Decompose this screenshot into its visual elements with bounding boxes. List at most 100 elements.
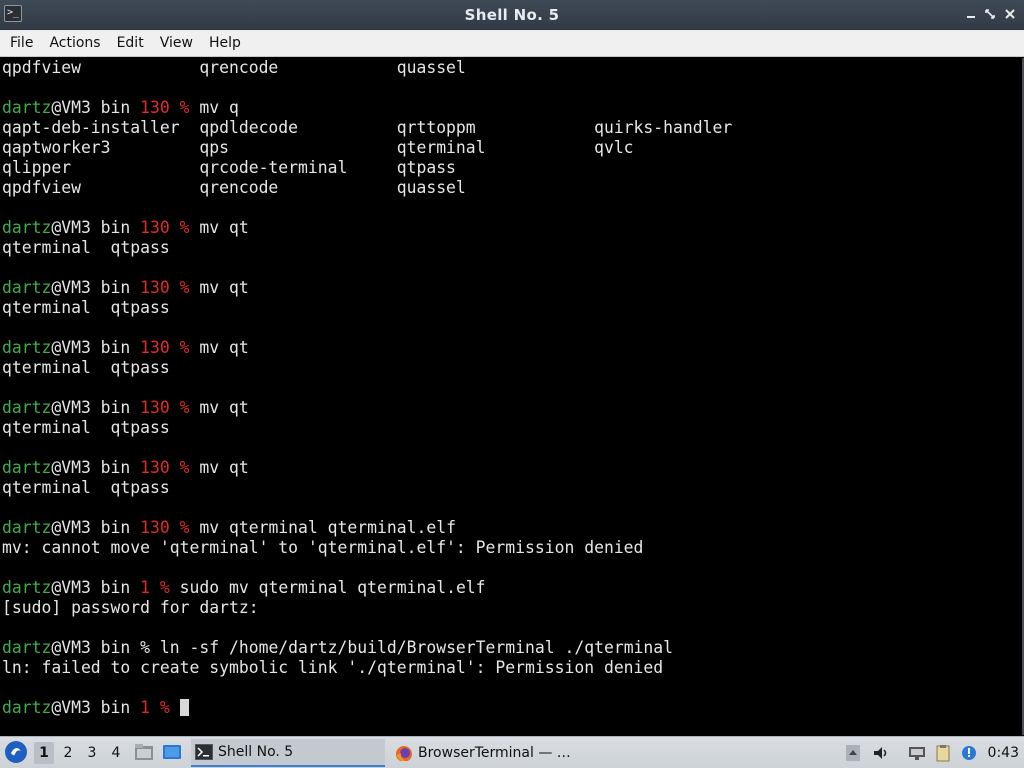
prompt-line: dartz@VM3 bin 130 % mv q <box>2 98 1022 118</box>
prompt-host: @VM3 bin <box>51 98 141 117</box>
terminal-output[interactable]: qpdfview qrencode quassel dartz@VM3 bin 1… <box>0 58 1022 735</box>
prompt-exit-code: 130 % <box>140 278 190 297</box>
prompt-user: dartz <box>2 278 52 297</box>
notification-icon[interactable] <box>960 744 978 762</box>
output-line: mv: cannot move 'qterminal' to 'qtermina… <box>2 538 644 557</box>
workspace-1[interactable]: 1 <box>34 742 54 764</box>
prompt-host: @VM3 bin <box>51 458 141 477</box>
network-icon[interactable] <box>907 744 925 762</box>
prompt-user: dartz <box>2 518 52 537</box>
prompt-command: mv qt <box>189 218 249 237</box>
volume-icon[interactable] <box>872 744 890 762</box>
output-line: qterminal qtpass <box>2 238 170 257</box>
prompt-line: dartz@VM3 bin % ln -sf /home/dartz/build… <box>2 638 1022 658</box>
prompt-host: @VM3 bin <box>51 278 141 297</box>
prompt-command: mv qt <box>189 278 249 297</box>
tray-up-arrow-icon[interactable] <box>845 744 863 762</box>
output-line: qpdfview qrencode quassel <box>2 178 466 197</box>
prompt-user: dartz <box>2 698 52 717</box>
menu-bar: File Actions Edit View Help <box>0 30 1024 57</box>
menu-actions[interactable]: Actions <box>41 30 108 56</box>
clipboard-icon[interactable] <box>934 744 952 762</box>
prompt-command: mv q <box>189 98 239 117</box>
prompt-user: dartz <box>2 578 52 597</box>
file-manager-icon[interactable] <box>134 743 154 761</box>
prompt-line: dartz@VM3 bin 130 % mv qt <box>2 218 1022 238</box>
prompt-line: dartz@VM3 bin 130 % mv qt <box>2 338 1022 358</box>
prompt-host: @VM3 bin <box>51 578 141 597</box>
output-line: [sudo] password for dartz: <box>2 598 259 617</box>
prompt-exit-code: 1 % <box>140 698 170 717</box>
prompt-command: mv qt <box>189 338 249 357</box>
prompt-host: @VM3 bin <box>51 698 141 717</box>
taskbar: 1 2 3 4 Shell No. 5 BrowserTerminal — … … <box>0 736 1024 768</box>
prompt-command: mv qt <box>189 398 249 417</box>
output-line: qapt-deb-installer qpdldecode qrttoppm q… <box>2 118 733 137</box>
menu-edit[interactable]: Edit <box>109 30 152 56</box>
output-line: qaptworker3 qps qterminal qvlc <box>2 138 634 157</box>
prompt-line: dartz@VM3 bin 130 % mv qt <box>2 398 1022 418</box>
prompt-exit-code: 130 % <box>140 518 190 537</box>
prompt-command: mv qt <box>189 458 249 477</box>
prompt-exit-code: 130 % <box>140 458 190 477</box>
output-line: qterminal qtpass <box>2 418 170 437</box>
prompt-line: dartz@VM3 bin 130 % mv qt <box>2 458 1022 478</box>
prompt-command: sudo mv qterminal qterminal.elf <box>169 578 486 597</box>
prompt-command <box>170 698 180 717</box>
output-line: ln: failed to create symbolic link './qt… <box>2 658 664 677</box>
restore-icon[interactable] <box>983 7 997 21</box>
menu-help[interactable]: Help <box>201 30 249 56</box>
app-menu-icon[interactable] <box>5 741 27 763</box>
window-title: Shell No. 5 <box>464 6 560 24</box>
prompt-host: @VM3 bin <box>51 218 141 237</box>
prompt-exit-code: 130 % <box>140 338 190 357</box>
text-cursor <box>179 699 189 716</box>
task-label: Shell No. 5 <box>218 744 294 760</box>
workspace-3[interactable]: 3 <box>82 742 102 764</box>
task-label: BrowserTerminal — … <box>418 745 571 761</box>
workspace-4[interactable]: 4 <box>106 742 126 764</box>
prompt-exit-code: 130 % <box>140 398 190 417</box>
prompt-user: dartz <box>2 338 52 357</box>
menu-view[interactable]: View <box>152 30 201 56</box>
prompt-host: @VM3 bin % ln -sf /home/dartz/build/Brow… <box>51 638 674 657</box>
prompt-line: dartz@VM3 bin 1 % sudo mv qterminal qter… <box>2 578 1022 598</box>
task-browserterminal[interactable]: BrowserTerminal — … <box>391 739 591 767</box>
prompt-exit-code: 1 % <box>140 578 170 597</box>
output-line: qterminal qtpass <box>2 478 170 497</box>
task-shell-no-5[interactable]: Shell No. 5 <box>191 739 385 767</box>
prompt-user: dartz <box>2 218 52 237</box>
title-bar: >_ Shell No. 5 <box>0 0 1024 30</box>
output-line: qlipper qrcode-terminal qtpass <box>2 158 456 177</box>
prompt-user: dartz <box>2 638 52 657</box>
terminal-icon <box>195 744 213 760</box>
output-line: qterminal qtpass <box>2 358 170 377</box>
prompt-exit-code: 130 % <box>140 98 190 117</box>
show-desktop-icon[interactable] <box>162 743 182 761</box>
minimize-icon[interactable] <box>964 7 978 21</box>
prompt-user: dartz <box>2 398 52 417</box>
clock[interactable]: 0:43 <box>988 737 1019 768</box>
prompt-line: dartz@VM3 bin 130 % mv qt <box>2 278 1022 298</box>
prompt-command: mv qterminal qterminal.elf <box>189 518 456 537</box>
menu-file[interactable]: File <box>2 30 41 56</box>
prompt-user: dartz <box>2 458 52 477</box>
prompt-exit-code: 130 % <box>140 218 190 237</box>
output-line: qpdfview qrencode quassel <box>2 58 466 77</box>
prompt-host: @VM3 bin <box>51 338 141 357</box>
prompt-line: dartz@VM3 bin 130 % mv qterminal qtermin… <box>2 518 1022 538</box>
firefox-icon <box>396 746 412 761</box>
prompt-host: @VM3 bin <box>51 398 141 417</box>
workspace-2[interactable]: 2 <box>58 742 78 764</box>
close-icon[interactable] <box>1003 7 1017 21</box>
prompt-host: @VM3 bin <box>51 518 141 537</box>
